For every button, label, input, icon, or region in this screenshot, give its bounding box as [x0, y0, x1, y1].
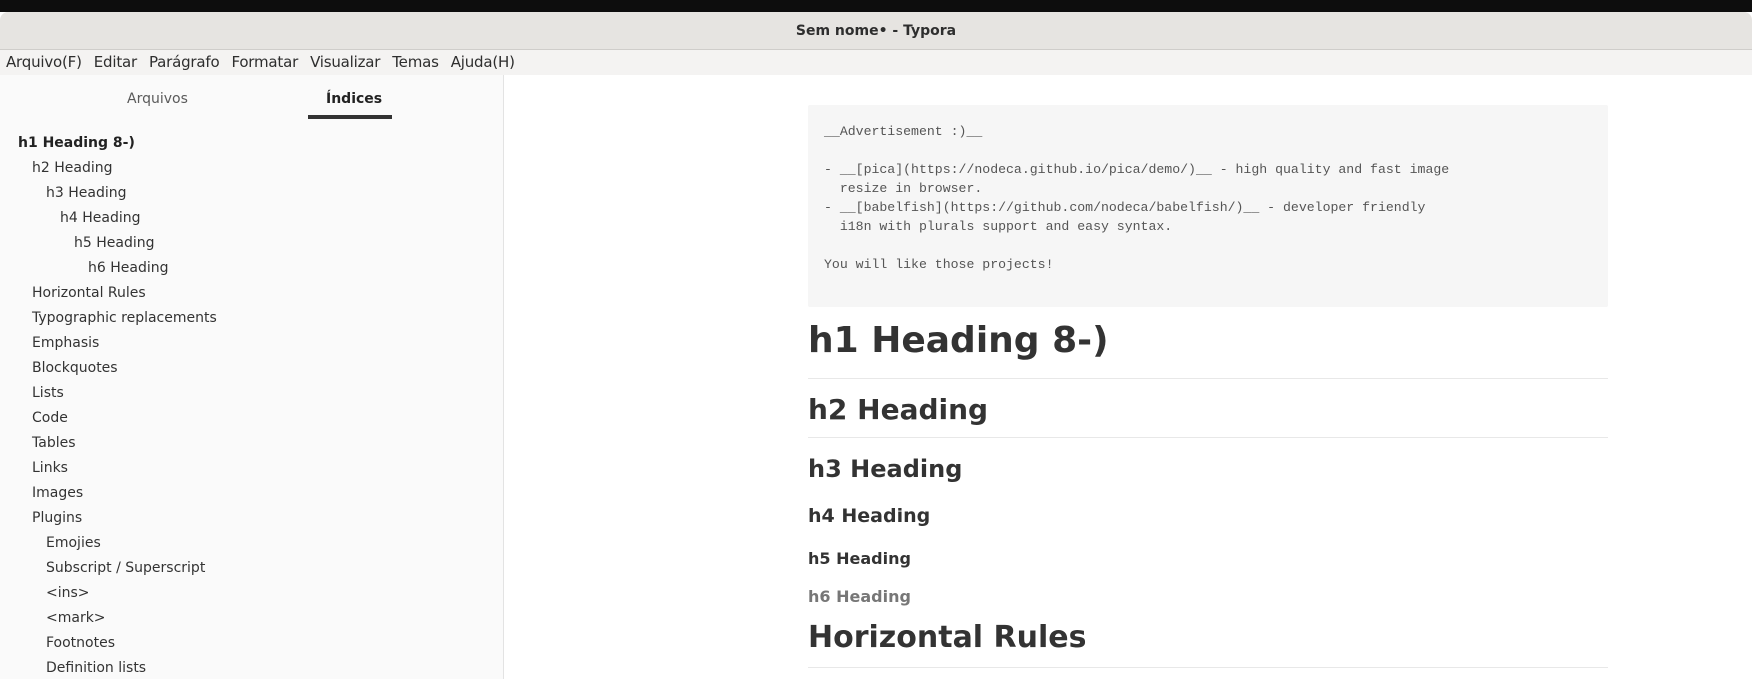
- menu-formatar[interactable]: Formatar: [225, 50, 304, 75]
- toc-item-plugins[interactable]: Plugins: [32, 510, 82, 526]
- toc-item-code[interactable]: Code: [32, 410, 68, 426]
- toc-item-h2[interactable]: h2 Heading: [32, 160, 113, 176]
- toc-item-typographic-replacements[interactable]: Typographic replacements: [32, 310, 217, 326]
- menu-ajuda[interactable]: Ajuda(H): [445, 50, 521, 75]
- menu-paragrafo[interactable]: Parágrafo: [143, 50, 225, 75]
- toc-item-mark[interactable]: <mark>: [46, 610, 106, 626]
- heading-divider: [808, 378, 1608, 379]
- heading-h1[interactable]: h1 Heading 8-): [808, 320, 1608, 361]
- toc-item-h3[interactable]: h3 Heading: [46, 185, 127, 201]
- toc-item-subscript-superscript[interactable]: Subscript / Superscript: [46, 560, 205, 576]
- menu-bar: Arquivo(F) Editar Parágrafo Formatar Vis…: [0, 50, 1752, 75]
- toc-item-emojies[interactable]: Emojies: [46, 535, 101, 551]
- sidebar: Arquivos Índices h1 Heading 8-) h2 Headi…: [0, 75, 504, 679]
- window-title: Sem nome• - Typora: [795, 23, 957, 39]
- editor-area[interactable]: __Advertisement :)__ - __[pica](https://…: [504, 75, 1752, 679]
- heading-divider: [808, 437, 1608, 438]
- heading-h4[interactable]: h4 Heading: [808, 505, 1608, 527]
- tab-files[interactable]: Arquivos: [127, 91, 188, 107]
- menu-temas[interactable]: Temas: [386, 50, 444, 75]
- screen-top-bar: [0, 0, 1752, 12]
- toc-item-h5[interactable]: h5 Heading: [74, 235, 155, 251]
- toc-item-emphasis[interactable]: Emphasis: [32, 335, 99, 351]
- heading-horizontal-rules[interactable]: Horizontal Rules: [808, 620, 1608, 655]
- toc-item-links[interactable]: Links: [32, 460, 68, 476]
- menu-arquivo[interactable]: Arquivo(F): [0, 50, 88, 75]
- toc-item-h1[interactable]: h1 Heading 8-): [18, 135, 135, 151]
- menu-editar[interactable]: Editar: [88, 50, 143, 75]
- heading-divider: [808, 667, 1608, 668]
- heading-h3[interactable]: h3 Heading: [808, 455, 1608, 483]
- sidebar-tabs: Arquivos Índices: [0, 75, 503, 125]
- heading-h6[interactable]: h6 Heading: [808, 587, 1608, 606]
- toc-item-lists[interactable]: Lists: [32, 385, 64, 401]
- heading-h2[interactable]: h2 Heading: [808, 393, 1608, 426]
- toc-item-h6[interactable]: h6 Heading: [88, 260, 169, 276]
- toc-item-horizontal-rules[interactable]: Horizontal Rules: [32, 285, 146, 301]
- code-block[interactable]: __Advertisement :)__ - __[pica](https://…: [808, 105, 1608, 307]
- window-title-bar: Sem nome• - Typora: [0, 12, 1752, 50]
- toc-item-ins[interactable]: <ins>: [46, 585, 90, 601]
- toc-item-tables[interactable]: Tables: [32, 435, 76, 451]
- active-tab-indicator: [308, 115, 392, 119]
- toc-item-blockquotes[interactable]: Blockquotes: [32, 360, 118, 376]
- toc-item-h4[interactable]: h4 Heading: [60, 210, 141, 226]
- tab-toc[interactable]: Índices: [326, 91, 382, 107]
- menu-visualizar[interactable]: Visualizar: [304, 50, 386, 75]
- toc-item-images[interactable]: Images: [32, 485, 83, 501]
- heading-h5[interactable]: h5 Heading: [808, 549, 1608, 568]
- toc-item-footnotes[interactable]: Footnotes: [46, 635, 115, 651]
- toc-item-definition-lists[interactable]: Definition lists: [46, 660, 146, 676]
